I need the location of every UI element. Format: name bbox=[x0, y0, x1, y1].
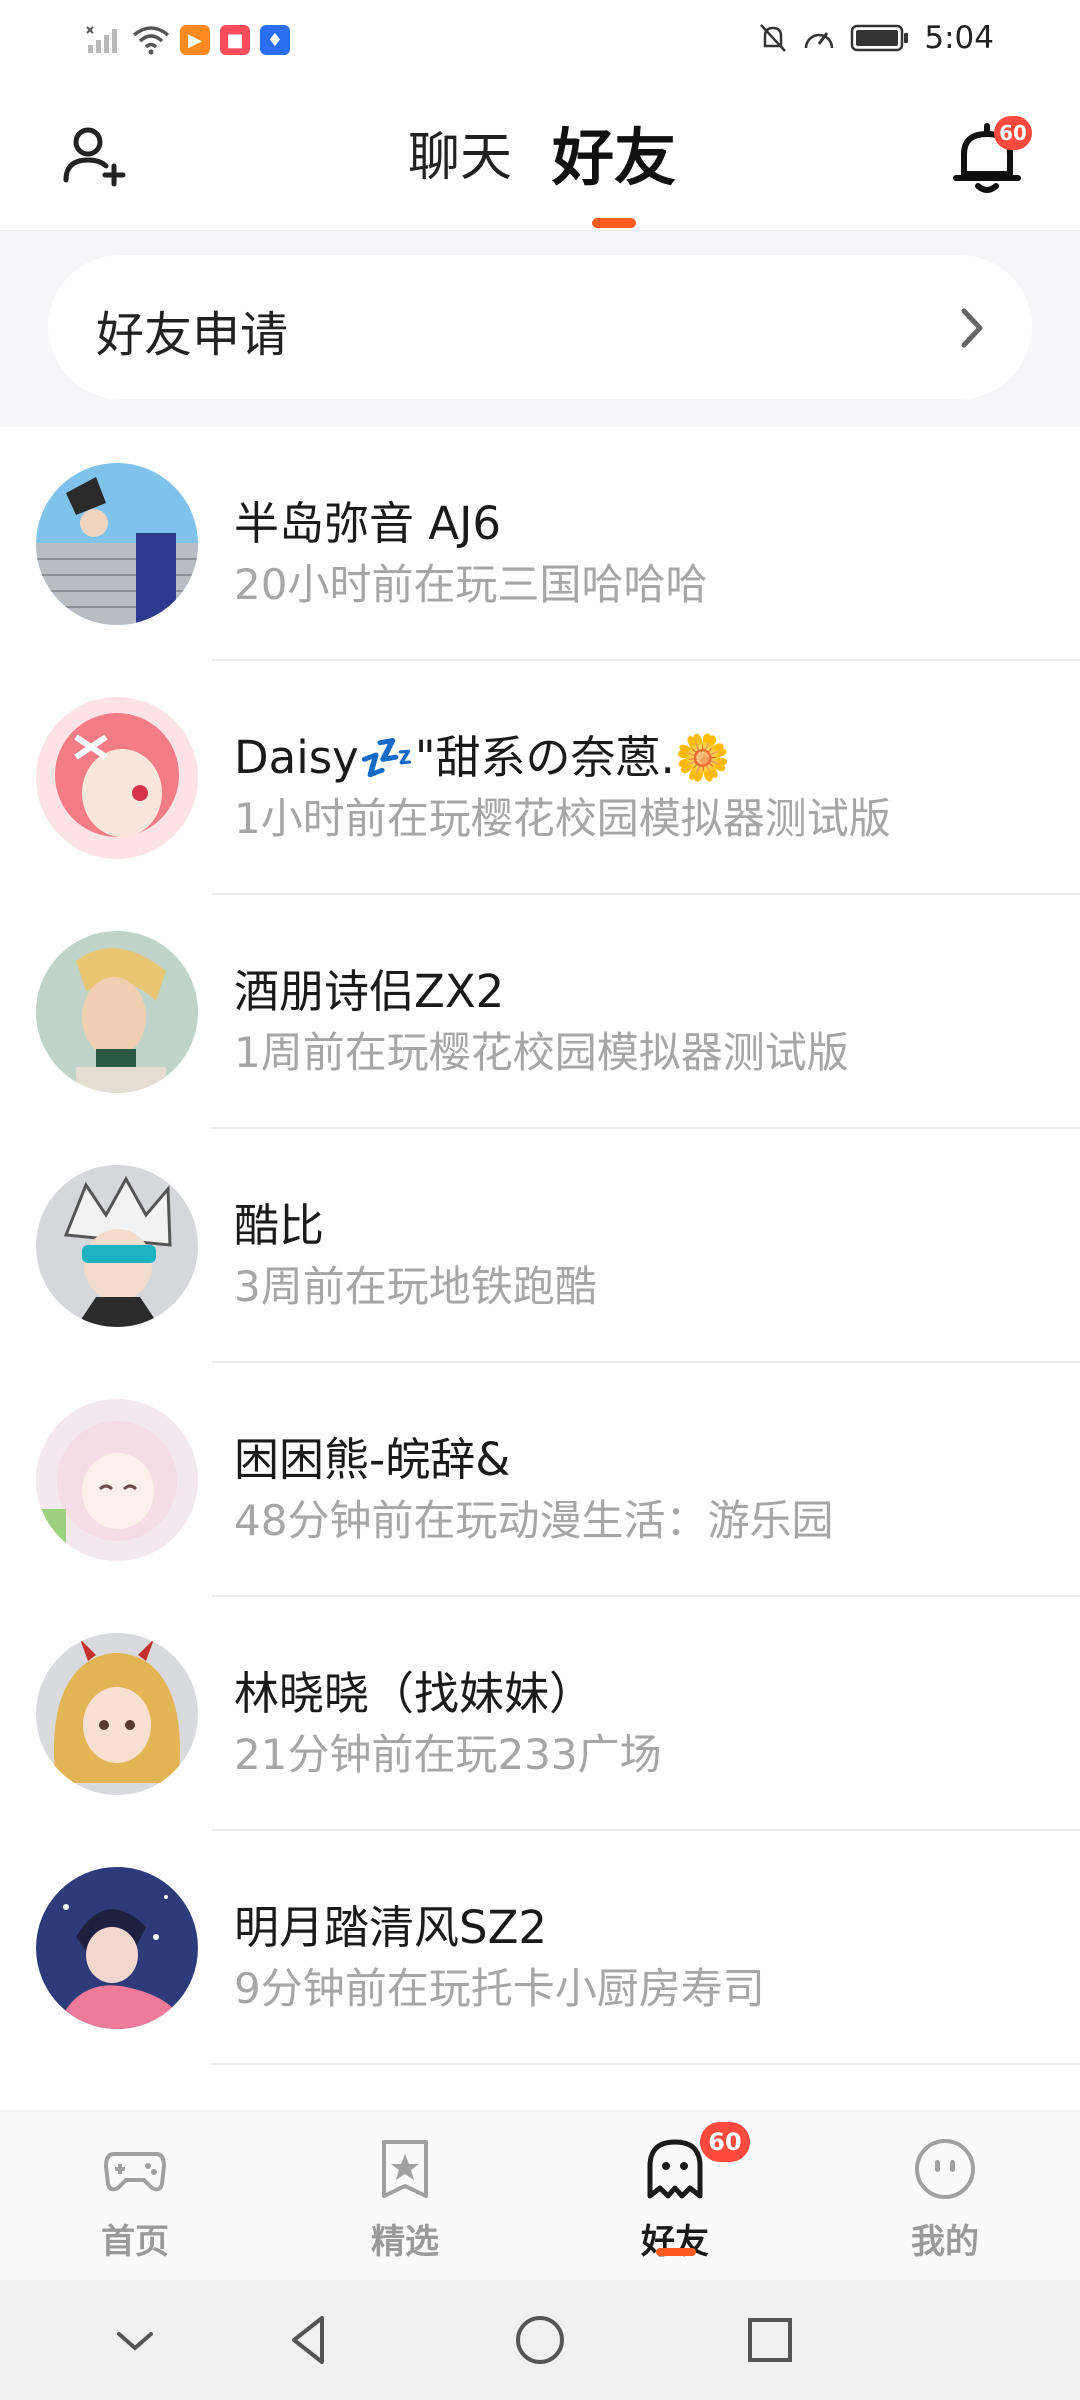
friend-name: 酷比 bbox=[234, 1199, 325, 1252]
nav-featured[interactable]: 精选 bbox=[270, 2112, 540, 2282]
chevron-right-icon bbox=[961, 308, 983, 348]
home-circle-icon[interactable] bbox=[510, 2310, 570, 2370]
gamepad-icon bbox=[103, 2152, 167, 2192]
friend-status: 48分钟前在玩动漫生活：游乐园 bbox=[234, 1496, 834, 1545]
notification-count-badge: 60 bbox=[994, 116, 1032, 150]
tab-friends[interactable]: 好友 bbox=[552, 118, 676, 198]
speedometer-icon bbox=[805, 32, 834, 49]
avatar[interactable] bbox=[36, 1399, 198, 1561]
top-header: 聊天 好友 60 bbox=[0, 80, 1080, 232]
friend-list-item[interactable]: 困困熊-皖辞& 48分钟前在玩动漫生活：游乐园 bbox=[0, 1363, 1080, 1597]
friend-name: Daisy💤"甜系の奈蒽.🌼 bbox=[234, 731, 731, 784]
ghost-icon bbox=[647, 2139, 703, 2199]
nav-friends[interactable]: 60 好友 bbox=[540, 2112, 810, 2282]
avatar[interactable] bbox=[36, 1633, 198, 1795]
bottom-nav-bar: 首页 精选 60 好友 我的 bbox=[0, 2110, 1080, 2282]
back-triangle-icon[interactable] bbox=[280, 2310, 340, 2370]
nav-label-home: 首页 bbox=[101, 2222, 169, 2262]
clock: 5:04 bbox=[924, 20, 994, 56]
friend-status: 1周前在玩樱花校园模拟器测试版 bbox=[234, 1028, 849, 1077]
add-friend-icon[interactable] bbox=[60, 120, 132, 192]
nav-label-me: 我的 bbox=[911, 2222, 979, 2262]
avatar[interactable] bbox=[36, 1867, 198, 2029]
app-notification-icon-orange: ▶ bbox=[180, 25, 210, 55]
avatar[interactable] bbox=[36, 463, 198, 625]
app-notification-icon-blue: ♦ bbox=[260, 25, 290, 55]
friend-status: 9分钟前在玩托卡小厨房寿司 bbox=[234, 1964, 765, 2013]
friend-list-item[interactable]: Daisy💤"甜系の奈蒽.🌼 1小时前在玩樱花校园模拟器测试版 bbox=[0, 661, 1080, 895]
nav-home[interactable]: 首页 bbox=[0, 2112, 270, 2282]
battery-icon bbox=[851, 24, 909, 52]
friend-name: 林晓晓（找妹妹） bbox=[234, 1667, 595, 1720]
mute-bell-icon bbox=[760, 24, 787, 52]
nav-me[interactable]: 我的 bbox=[810, 2112, 1080, 2282]
friend-list-item[interactable]: 明月踏清风SZ2 9分钟前在玩托卡小厨房寿司 bbox=[0, 1831, 1080, 2065]
friend-request-section: 好友申请 bbox=[0, 231, 1080, 427]
avatar[interactable] bbox=[36, 1165, 198, 1327]
avatar[interactable] bbox=[36, 697, 198, 859]
system-nav-bar bbox=[0, 2280, 1080, 2400]
friend-request-button[interactable]: 好友申请 bbox=[48, 255, 1032, 399]
friend-name: 困困熊-皖辞& bbox=[234, 1433, 511, 1486]
friend-list-item[interactable]: 半岛弥音 AJ6 20小时前在玩三国哈哈哈 bbox=[0, 427, 1080, 661]
chevron-down-icon[interactable] bbox=[105, 2310, 165, 2370]
smiley-face-icon bbox=[915, 2139, 975, 2199]
active-nav-indicator bbox=[656, 2248, 696, 2256]
app-notification-icon-red: ■ bbox=[220, 25, 250, 55]
friend-list: 半岛弥音 AJ6 20小时前在玩三国哈哈哈 Daisy💤"甜系の奈蒽.🌼 1小时… bbox=[0, 427, 1080, 2065]
status-icons-left: ▶ ■ ♦ bbox=[86, 20, 290, 60]
wifi-icon bbox=[132, 26, 170, 55]
divider bbox=[212, 2063, 1080, 2065]
active-tab-indicator bbox=[592, 218, 636, 228]
friend-status: 21分钟前在玩233广场 bbox=[234, 1730, 662, 1779]
friend-list-item[interactable]: 林晓晓（找妹妹） 21分钟前在玩233广场 bbox=[0, 1597, 1080, 1831]
recents-square-icon[interactable] bbox=[740, 2310, 800, 2370]
nav-label-featured: 精选 bbox=[371, 2222, 439, 2262]
friend-name: 酒朋诗侣ZX2 bbox=[234, 965, 505, 1018]
friends-badge: 60 bbox=[700, 2122, 750, 2162]
status-bar: ▶ ■ ♦ 5:04 bbox=[0, 0, 1080, 80]
friend-name: 半岛弥音 AJ6 bbox=[234, 497, 501, 550]
friend-status: 1小时前在玩樱花校园模拟器测试版 bbox=[234, 794, 891, 843]
avatar[interactable] bbox=[36, 931, 198, 1093]
friend-name: 明月踏清风SZ2 bbox=[234, 1901, 548, 1954]
signal-icon bbox=[86, 26, 117, 53]
tab-chat[interactable]: 聊天 bbox=[408, 118, 512, 198]
status-icons-right: 5:04 bbox=[758, 16, 994, 60]
star-bookmark-icon bbox=[382, 2140, 428, 2198]
friend-list-item[interactable]: 酷比 3周前在玩地铁跑酷 bbox=[0, 1129, 1080, 1363]
friend-status: 3周前在玩地铁跑酷 bbox=[234, 1262, 597, 1311]
friend-request-label: 好友申请 bbox=[96, 307, 289, 363]
friend-list-item[interactable]: 酒朋诗侣ZX2 1周前在玩樱花校园模拟器测试版 bbox=[0, 895, 1080, 1129]
friend-status: 20小时前在玩三国哈哈哈 bbox=[234, 560, 708, 609]
